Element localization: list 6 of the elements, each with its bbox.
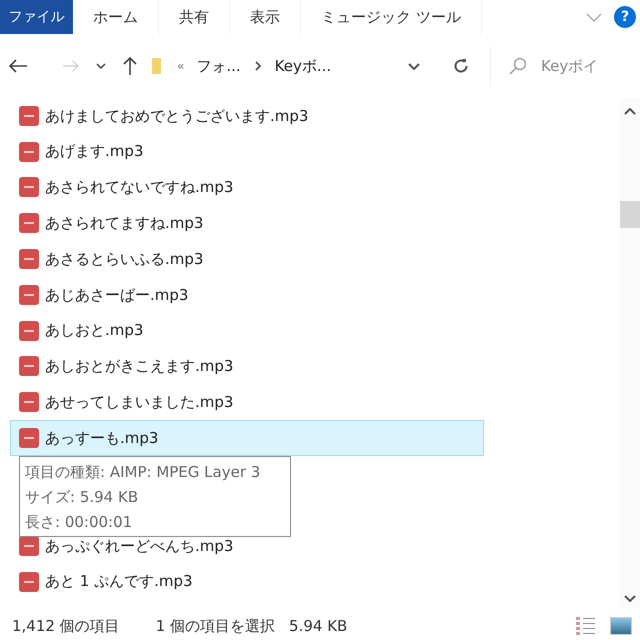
selection-count: 1 個の項目を選択	[156, 616, 276, 637]
selection-size: 5.94 KB	[289, 616, 348, 637]
tooltip-line: サイズ: 5.94 KB	[25, 486, 140, 508]
tooltip-line: 項目の種類: AIMP: MPEG Layer 3	[25, 462, 262, 483]
item-count: 1,412 個の項目	[12, 616, 120, 637]
tooltip-line: 長さ: 00:00:01	[25, 512, 134, 533]
